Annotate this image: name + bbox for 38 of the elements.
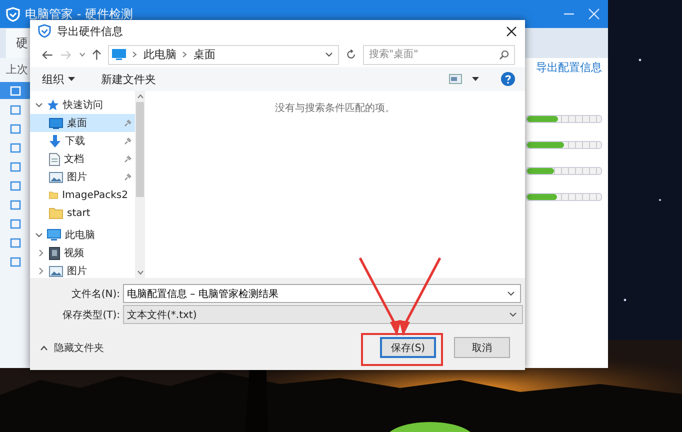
- nav-item[interactable]: 下载: [30, 132, 135, 150]
- nav-label: 下载: [65, 134, 85, 148]
- nav-item[interactable]: 桌面: [30, 114, 135, 132]
- nav-label: 图片: [67, 264, 87, 278]
- nav-label: 视频: [64, 246, 84, 260]
- nav-label: 快速访问: [63, 98, 103, 112]
- nav-label: 桌面: [67, 116, 87, 130]
- nav-item[interactable]: 文档: [30, 150, 135, 168]
- nav-item[interactable]: ImagePacks2: [30, 186, 135, 204]
- dialog-title: 导出硬件信息: [57, 24, 123, 38]
- field-label: 保存类型(T):: [62, 308, 121, 322]
- organize-menu[interactable]: 组织: [42, 72, 64, 86]
- breadcrumb-item[interactable]: 此电脑: [143, 47, 176, 62]
- nav-item[interactable]: 视频: [30, 244, 135, 262]
- window-title: 电脑管家 - 硬件检测: [25, 6, 133, 22]
- cancel-button[interactable]: 取消: [454, 337, 510, 358]
- section-label: 上次: [5, 62, 29, 78]
- nav-label: 文档: [64, 152, 84, 166]
- nav-label: 此电脑: [65, 228, 95, 242]
- field-label: 文件名(N):: [70, 288, 121, 300]
- new-folder-button[interactable]: 新建文件夹: [101, 72, 156, 86]
- breadcrumb-item[interactable]: 桌面: [193, 47, 216, 62]
- nav-item[interactable]: 快速访问: [30, 96, 135, 114]
- search-field[interactable]: 搜索"桌面": [363, 44, 516, 64]
- empty-message: 没有与搜索条件匹配的项。: [275, 102, 395, 116]
- hide-folders-toggle[interactable]: 隐藏文件夹: [54, 340, 104, 354]
- address-bar[interactable]: 此电脑 桌面: [108, 44, 339, 64]
- nav-item[interactable]: 此电脑: [30, 226, 135, 244]
- nav-item[interactable]: 图片: [30, 168, 135, 186]
- save-button[interactable]: 保存(S): [380, 337, 436, 358]
- file-type-dropdown[interactable]: 文本文件(*.txt): [123, 305, 523, 324]
- nav-label: 图片: [67, 170, 87, 184]
- nav-label: ImagePacks2: [62, 190, 128, 200]
- file-name-field[interactable]: 电脑配置信息 – 电脑管家检测结果: [123, 284, 521, 303]
- nav-item[interactable]: 图片: [30, 262, 135, 278]
- nav-item[interactable]: start: [30, 204, 135, 222]
- export-link[interactable]: 导出配置信息: [536, 60, 602, 75]
- nav-label: start: [67, 208, 90, 218]
